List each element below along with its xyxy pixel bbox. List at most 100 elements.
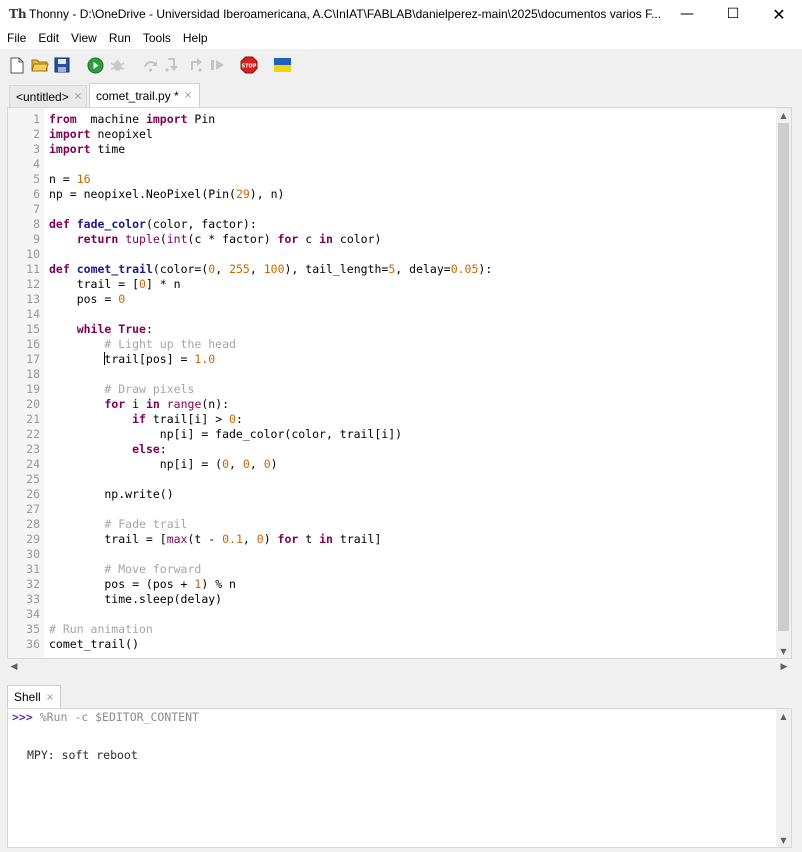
code-token: 16	[76, 172, 91, 186]
code-token: 29	[235, 187, 250, 201]
line-number: 27	[26, 502, 40, 516]
shell-panel[interactable]: >>> %Run -c $EDITOR_CONTENT MPY: soft re…	[7, 708, 792, 848]
code-token: )	[270, 457, 278, 471]
code-token: ,	[242, 532, 257, 546]
code-token: # Fade trail	[104, 517, 188, 531]
step-out-icon[interactable]	[186, 56, 204, 74]
code-line: np[i] = (0, 0, 0)	[49, 457, 278, 472]
scrollbar-thumb[interactable]	[778, 123, 789, 631]
menu-view[interactable]: View	[65, 28, 103, 49]
editor-vertical-scrollbar[interactable]: ▲ ▼	[776, 108, 791, 658]
code-line: else:	[49, 442, 167, 457]
minimize-button[interactable]: —	[664, 0, 710, 28]
maximize-button[interactable]: ☐	[710, 0, 756, 28]
code-token: i	[125, 397, 146, 411]
code-token: neopixel	[90, 127, 153, 141]
menu-help[interactable]: Help	[177, 28, 214, 49]
code-token: tuple	[125, 232, 160, 246]
run-icon[interactable]	[86, 56, 104, 74]
code-token: 0	[229, 412, 236, 426]
code-line: np[i] = fade_color(color, trail[i])	[49, 427, 402, 442]
scroll-right-arrow-icon[interactable]: ▶	[777, 659, 791, 674]
menu-file[interactable]: File	[0, 28, 32, 49]
code-token: Pin	[187, 112, 216, 126]
menu-tools[interactable]: Tools	[137, 28, 177, 49]
code-token: 255	[229, 262, 250, 276]
menu-edit[interactable]: Edit	[32, 28, 65, 49]
tab-close-icon[interactable]: ×	[74, 91, 82, 102]
code-line: n = 16	[49, 172, 91, 187]
code-token: ,	[249, 457, 264, 471]
code-token: in	[319, 532, 333, 546]
scroll-down-arrow-icon[interactable]: ▼	[776, 833, 791, 847]
resume-icon[interactable]	[208, 56, 226, 74]
code-token: )	[263, 532, 278, 546]
code-line: trail[pos] = 1.0	[49, 352, 215, 367]
line-number: 20	[26, 397, 40, 411]
stop-icon[interactable]: STOP	[240, 56, 258, 74]
line-number: 17	[26, 352, 40, 366]
line-number: 9	[33, 232, 40, 246]
line-number: 30	[26, 547, 40, 561]
open-folder-icon[interactable]	[31, 56, 49, 74]
line-number: 6	[33, 187, 40, 201]
scroll-up-arrow-icon[interactable]: ▲	[776, 709, 791, 723]
scroll-left-arrow-icon[interactable]: ◀	[7, 659, 21, 674]
window-title: Thonny - D:\OneDrive - Universidad Ibero…	[29, 7, 662, 21]
ukraine-flag-icon[interactable]	[273, 56, 291, 74]
debug-icon[interactable]	[108, 56, 126, 74]
line-number: 15	[26, 322, 40, 336]
step-into-icon[interactable]	[163, 56, 181, 74]
code-line: if trail[i] > 0:	[49, 412, 243, 427]
line-number: 29	[26, 532, 40, 546]
line-number: 25	[26, 472, 40, 486]
code-token: # Run animation	[49, 622, 153, 636]
code-token: 0	[256, 532, 264, 546]
line-number: 34	[26, 607, 40, 621]
shell-tab-label: Shell	[14, 690, 41, 704]
code-token: trail[i] >	[145, 412, 230, 426]
code-line: trail = [0] * n	[49, 277, 181, 292]
code-token: import	[145, 112, 188, 126]
tab-close-icon[interactable]: ×	[46, 692, 54, 703]
save-icon[interactable]	[53, 56, 71, 74]
shell-vertical-scrollbar[interactable]: ▲ ▼	[776, 709, 791, 847]
tab-comet-trail[interactable]: comet_trail.py * ×	[89, 83, 200, 107]
line-number: 16	[26, 337, 40, 351]
code-token: while	[76, 322, 112, 336]
line-number: 12	[26, 277, 40, 291]
line-number: 24	[26, 457, 40, 471]
tab-untitled[interactable]: <untitled> ×	[9, 85, 87, 107]
line-number: 28	[26, 517, 40, 531]
toolbar: STOP	[0, 49, 802, 83]
tab-shell[interactable]: Shell ×	[7, 685, 62, 708]
editor-horizontal-scrollbar[interactable]: ◀ ▶	[7, 659, 792, 674]
line-number: 7	[33, 202, 40, 216]
code-token: # Light up the head	[104, 337, 236, 351]
scroll-down-arrow-icon[interactable]: ▼	[776, 644, 791, 658]
code-token: ,	[215, 262, 230, 276]
code-line: def fade_color(color, factor):	[49, 217, 257, 232]
step-over-icon[interactable]	[141, 56, 159, 74]
code-token: :	[235, 412, 243, 426]
code-line: from machine import Pin	[49, 112, 215, 127]
tab-close-icon[interactable]: ×	[184, 90, 192, 101]
line-number: 5	[33, 172, 40, 186]
new-file-icon[interactable]	[8, 56, 26, 74]
menu-run[interactable]: Run	[103, 28, 137, 49]
line-number: 36	[26, 637, 40, 651]
code-token: else	[132, 442, 160, 456]
line-number: 2	[33, 127, 40, 141]
code-line: import time	[49, 142, 125, 157]
close-window-button[interactable]: ✕	[756, 0, 802, 28]
shell-output: MPY: soft reboot	[27, 748, 138, 762]
scroll-up-arrow-icon[interactable]: ▲	[776, 108, 791, 122]
code-token: in	[319, 232, 333, 246]
code-editor[interactable]: 1 2 3 4 5 6 7 8 9 10 11 12 13 14 15 16 17 18 19 20 21 22 23 24 2…	[7, 107, 792, 659]
line-number: 32	[26, 577, 40, 591]
